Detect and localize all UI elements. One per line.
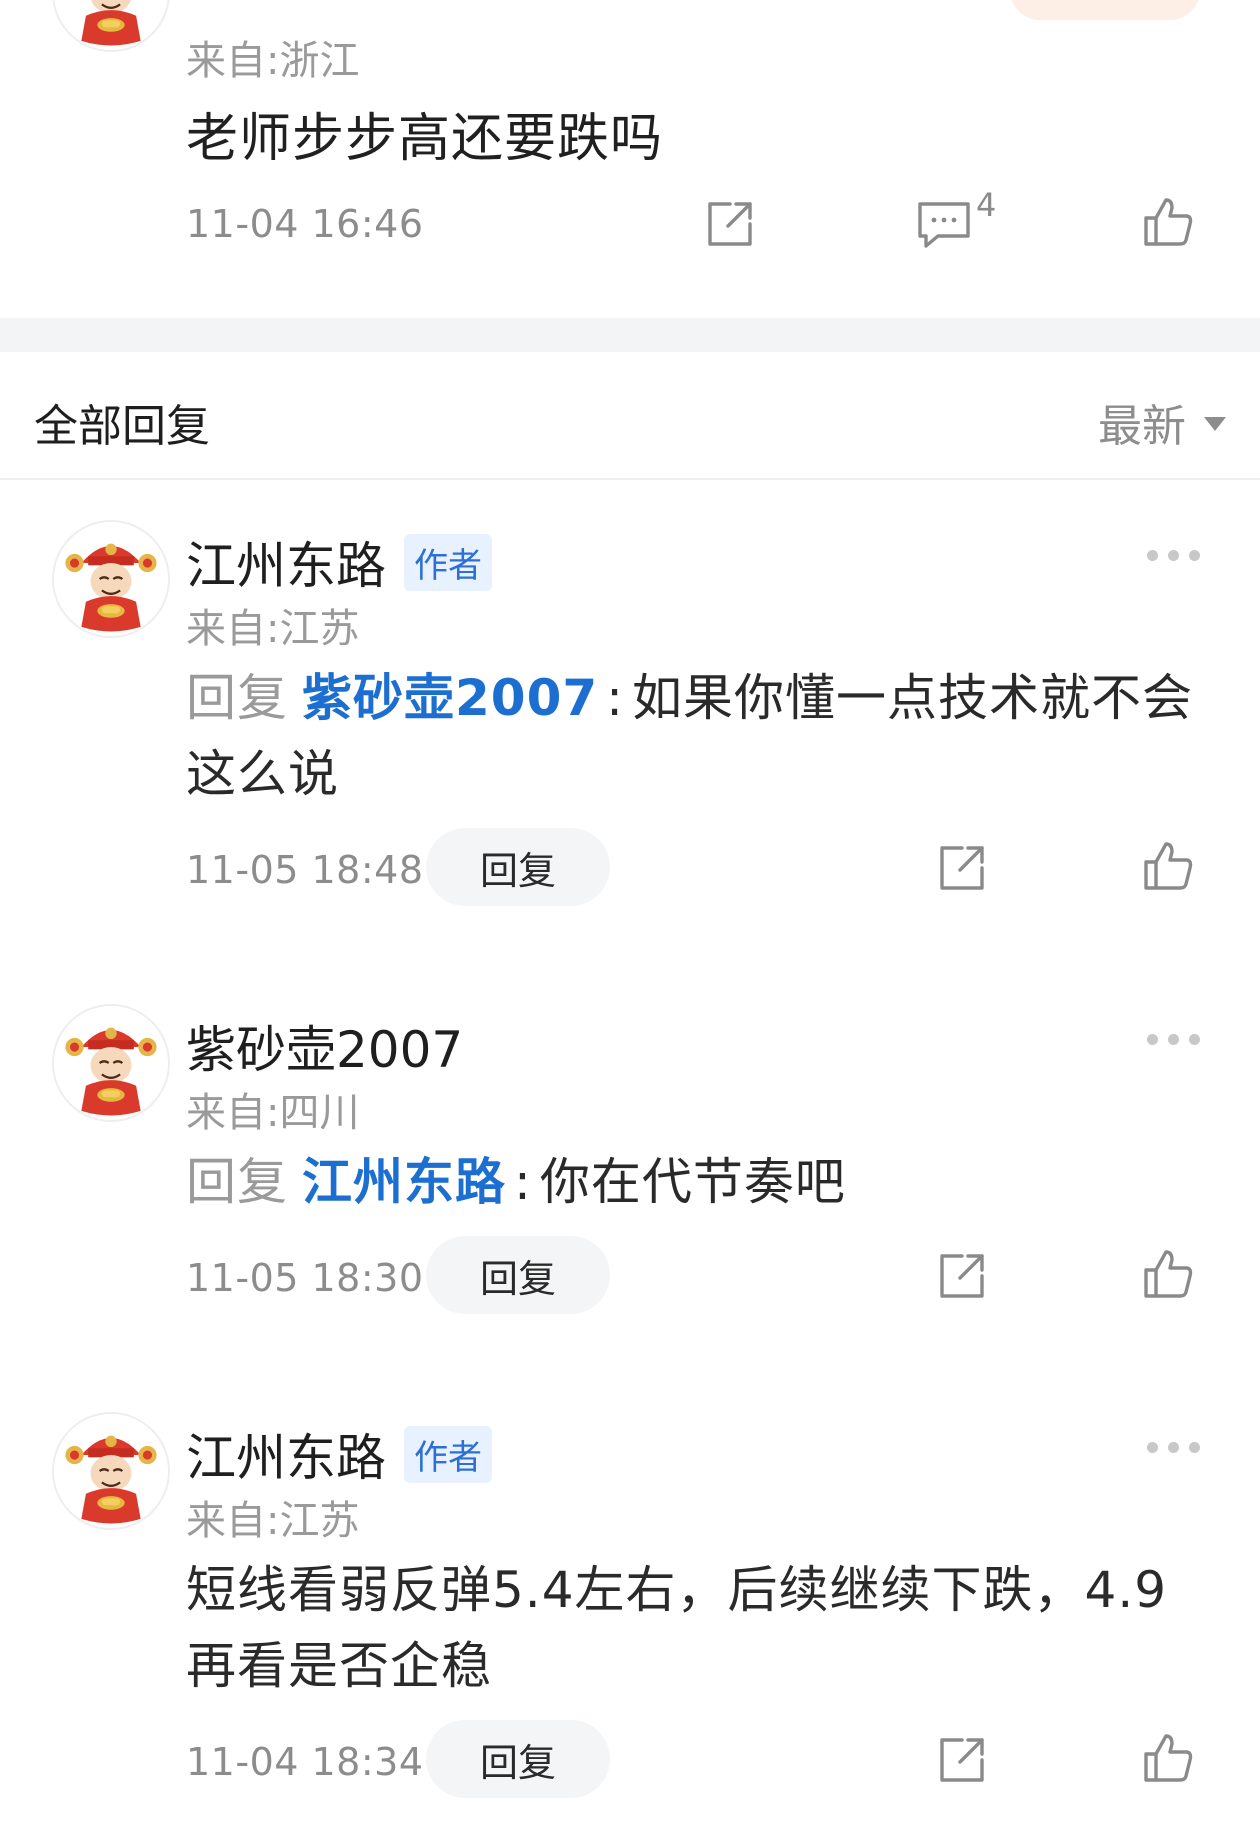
reply-button[interactable]: 回复 (426, 1236, 610, 1314)
location-text: 来自:江苏 (186, 606, 360, 652)
avatar[interactable] (52, 520, 170, 638)
reply-label: 回复 (186, 669, 288, 727)
reply-label: 回复 (186, 1153, 288, 1211)
sort-label: 最新 (1098, 401, 1186, 452)
username[interactable]: 江州东路 作者 (186, 526, 492, 598)
username[interactable]: 紫砂壶2007 (186, 1010, 463, 1082)
share-icon[interactable] (934, 1248, 990, 1304)
top-right-button-partial[interactable] (1010, 0, 1200, 20)
reply-to-user-link[interactable]: 江州东路 (302, 1153, 506, 1211)
comment-icon[interactable] (914, 196, 974, 252)
thumbs-up-icon[interactable] (1140, 194, 1196, 250)
thumbs-up-icon[interactable] (1140, 838, 1196, 894)
location-text: 来自:浙江 (186, 38, 360, 84)
location-text: 来自:江苏 (186, 1498, 360, 1544)
more-dots-icon[interactable] (1147, 1442, 1200, 1453)
author-badge: 作者 (404, 1425, 492, 1483)
timestamp: 11-05 18:48 (186, 848, 424, 892)
avatar[interactable] (52, 1004, 170, 1122)
reply-content: 回复 江州东路: 你在代节奏吧 (186, 1144, 1216, 1220)
reply-content: 回复 紫砂壶2007: 如果你懂一点技术就不会这么说 (186, 660, 1216, 812)
section-divider (0, 318, 1260, 352)
reply-button[interactable]: 回复 (426, 828, 610, 906)
post-text: 老师步步高还要跌吗 (186, 109, 664, 169)
share-icon[interactable] (702, 196, 758, 252)
section-title: 全部回复 (34, 401, 210, 452)
username-text: 江州东路 (186, 1429, 386, 1487)
username[interactable]: 江州东路 作者 (186, 1418, 492, 1490)
header-divider (0, 478, 1260, 480)
thumbs-up-icon[interactable] (1140, 1246, 1196, 1302)
reply-button[interactable]: 回复 (426, 1720, 610, 1798)
more-dots-icon[interactable] (1147, 550, 1200, 561)
avatar[interactable] (52, 0, 170, 52)
reply-content: 短线看弱反弹5.4左右，后续继续下跌，4.9再看是否企稳 (186, 1561, 1168, 1695)
reply-to-user-link[interactable]: 紫砂壶2007 (302, 669, 598, 727)
timestamp: 11-04 18:34 (186, 1740, 424, 1784)
thumbs-up-icon[interactable] (1140, 1730, 1196, 1786)
chevron-down-icon (1204, 417, 1226, 431)
sort-dropdown[interactable]: 最新 (1098, 390, 1226, 454)
share-icon[interactable] (934, 1732, 990, 1788)
more-dots-icon[interactable] (1147, 1034, 1200, 1045)
location-text: 来自:四川 (186, 1090, 360, 1136)
reply-colon: : (606, 669, 625, 727)
reply-text: 你在代节奏吧 (539, 1153, 846, 1211)
reply-colon: : (514, 1153, 532, 1211)
share-icon[interactable] (934, 840, 990, 896)
username-text: 江州东路 (186, 537, 386, 595)
author-badge: 作者 (404, 533, 492, 591)
comment-count: 4 (976, 186, 997, 224)
avatar[interactable] (52, 1412, 170, 1530)
timestamp: 11-04 16:46 (186, 202, 424, 246)
timestamp: 11-05 18:30 (186, 1256, 424, 1300)
username-text: 紫砂壶2007 (186, 1021, 464, 1079)
